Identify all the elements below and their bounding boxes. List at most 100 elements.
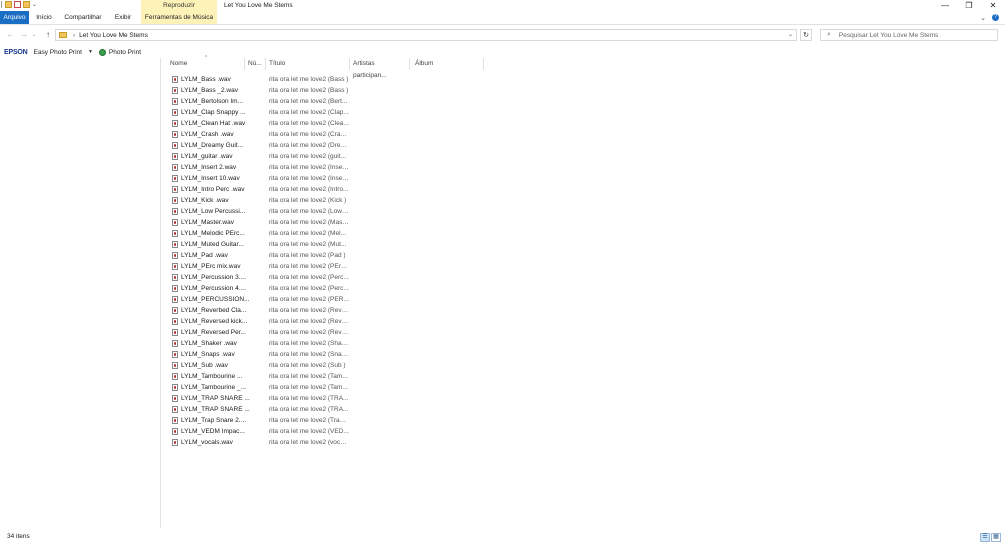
- audio-file-icon: [172, 98, 178, 105]
- column-header-name[interactable]: Nome: [161, 58, 245, 70]
- table-row[interactable]: LYLM_vocals.wav rita ora let me love2 (vo…: [170, 437, 370, 448]
- table-row[interactable]: LYLM_Crash .wav rita ora let me love2 (Cr…: [170, 129, 370, 140]
- file-name: LYLM_Percussion 3....: [181, 274, 246, 281]
- file-name: LYLM_vocals.wav: [181, 439, 233, 446]
- tab-exibir[interactable]: Exibir: [112, 11, 134, 24]
- file-name: LYLM_Muted Guitar...: [181, 241, 244, 248]
- file-title: rita ora let me love2 (Drea...: [269, 142, 349, 149]
- address-bar[interactable]: › Let You Love Me Stems ⌄: [55, 29, 797, 41]
- table-row[interactable]: LYLM_Sub .wav rita ora let me love2 (Sub …: [170, 360, 370, 371]
- file-name: LYLM_Reversed Per...: [181, 329, 246, 336]
- search-input[interactable]: ⌕ Pesquisar Let You Love Me Stems: [820, 29, 998, 41]
- breadcrumb-separator-icon[interactable]: ›: [73, 32, 75, 39]
- file-name: LYLM_Low Percussi...: [181, 208, 246, 215]
- file-title: rita ora let me love2 (guit...: [269, 153, 346, 160]
- close-button[interactable]: ✕: [981, 0, 1005, 11]
- recent-locations-icon[interactable]: ⌄: [30, 29, 38, 41]
- window-controls: — ❐ ✕: [933, 0, 1005, 11]
- address-dropdown-icon[interactable]: ⌄: [788, 30, 793, 41]
- audio-file-icon: [172, 120, 178, 127]
- file-title: rita ora let me love2 (Bass ): [269, 76, 349, 83]
- table-row[interactable]: LYLM_Bertolson Im... rita ora let me love…: [170, 96, 370, 107]
- details-view-icon[interactable]: ☰: [980, 533, 990, 542]
- large-icons-view-icon[interactable]: ▦: [991, 533, 1001, 542]
- audio-file-icon: [172, 428, 178, 435]
- tab-compartilhar[interactable]: Compartilhar: [62, 11, 104, 24]
- expand-ribbon-icon[interactable]: ⌄: [980, 14, 986, 22]
- table-row[interactable]: LYLM_Insert 2.wav rita ora let me love2 (…: [170, 162, 370, 173]
- table-row[interactable]: LYLM_Shaker .wav rita ora let me love2 (S…: [170, 338, 370, 349]
- file-name: LYLM_Shaker .wav: [181, 340, 237, 347]
- audio-file-icon: [172, 164, 178, 171]
- audio-file-icon: [172, 175, 178, 182]
- help-icon[interactable]: ?: [992, 14, 999, 21]
- table-row[interactable]: LYLM_Trap Snare 2.... rita ora let me lov…: [170, 415, 370, 426]
- maximize-button[interactable]: ❐: [957, 0, 981, 11]
- table-row[interactable]: LYLM_Dreamy Guit... rita ora let me love2…: [170, 140, 370, 151]
- folder-icon[interactable]: [5, 1, 12, 8]
- tab-arquivo[interactable]: Arquivo: [0, 11, 29, 24]
- column-header-number[interactable]: Nú...: [245, 58, 266, 70]
- table-row[interactable]: LYLM_Reversed Per... rita ora let me love…: [170, 327, 370, 338]
- up-arrow-icon[interactable]: ↑: [42, 29, 54, 41]
- table-row[interactable]: LYLM_guitar .wav rita ora let me love2 (g…: [170, 151, 370, 162]
- table-row[interactable]: LYLM_Snaps .wav rita ora let me love2 (Sn…: [170, 349, 370, 360]
- table-row[interactable]: LYLM_Melodic PErc... rita ora let me love…: [170, 228, 370, 239]
- qat-dropdown-icon[interactable]: ⌄: [32, 1, 37, 8]
- audio-file-icon: [172, 439, 178, 446]
- refresh-icon[interactable]: ↻: [800, 29, 812, 41]
- table-row[interactable]: LYLM_PErc mix.wav rita ora let me love2 (…: [170, 261, 370, 272]
- table-row[interactable]: LYLM_PERCUSSION... rita ora let me love2 …: [170, 294, 370, 305]
- table-row[interactable]: LYLM_VEDM Impac... rita ora let me love2 …: [170, 426, 370, 437]
- table-row[interactable]: LYLM_Percussion 3.... rita ora let me lov…: [170, 272, 370, 283]
- easy-photo-print-button[interactable]: Easy Photo Print: [34, 49, 82, 56]
- table-row[interactable]: LYLM_Percussion 4.... rita ora let me lov…: [170, 283, 370, 294]
- file-title: rita ora let me love2 (Inser...: [269, 164, 349, 171]
- navigation-pane[interactable]: [0, 58, 161, 528]
- table-row[interactable]: LYLM_Master.wav rita ora let me love2 (Ma…: [170, 217, 370, 228]
- audio-file-icon: [172, 417, 178, 424]
- ribbon-tabs: Arquivo Início Compartilhar Exibir Ferra…: [0, 11, 1005, 25]
- table-row[interactable]: LYLM_TRAP SNARE ... rita ora let me love2…: [170, 393, 370, 404]
- audio-file-icon: [172, 329, 178, 336]
- column-header-artists[interactable]: Artistas participan...: [350, 58, 410, 79]
- search-placeholder: Pesquisar Let You Love Me Stems: [838, 31, 939, 39]
- new-folder-icon[interactable]: [23, 1, 30, 8]
- minimize-button[interactable]: —: [933, 0, 957, 11]
- photo-print-button[interactable]: Photo Print: [109, 49, 141, 56]
- file-name: LYLM_Dreamy Guit...: [181, 142, 244, 149]
- audio-file-icon: [172, 241, 178, 248]
- table-row[interactable]: LYLM_Insert 10.wav rita ora let me love2 …: [170, 173, 370, 184]
- file-title: rita ora let me love2 (Tam...: [269, 384, 348, 391]
- file-title: rita ora let me love2 (Cras...: [269, 131, 349, 138]
- table-row[interactable]: LYLM_Tambourine _... rita ora let me love…: [170, 382, 370, 393]
- tab-ferramentas-de-musica[interactable]: Ferramentas de Música: [141, 11, 217, 24]
- table-row[interactable]: LYLM_Muted Guitar... rita ora let me love…: [170, 239, 370, 250]
- table-row[interactable]: LYLM_Kick .wav rita ora let me love2 (Kic…: [170, 195, 370, 206]
- file-name: LYLM_Insert 2.wav: [181, 164, 237, 171]
- column-header-album[interactable]: Álbum: [410, 58, 484, 70]
- table-row[interactable]: LYLM_Tambourine ... rita ora let me love2…: [170, 371, 370, 382]
- breadcrumb-current-folder[interactable]: Let You Love Me Stems: [79, 32, 148, 39]
- table-row[interactable]: LYLM_Bass .wav rita ora let me love2 (Bas…: [170, 74, 370, 85]
- table-row[interactable]: LYLM_TRAP SNARE ... rita ora let me love2…: [170, 404, 370, 415]
- file-title: rita ora let me love2 (Pad ): [269, 252, 346, 259]
- tab-inicio[interactable]: Início: [33, 11, 55, 24]
- table-row[interactable]: LYLM_Clap Snappy ... rita ora let me love…: [170, 107, 370, 118]
- table-row[interactable]: LYLM_Bass _2.wav rita ora let me love2 (B…: [170, 85, 370, 96]
- column-header-title[interactable]: Título: [266, 58, 350, 70]
- table-row[interactable]: LYLM_Reversed kick... rita ora let me lov…: [170, 316, 370, 327]
- audio-file-icon: [172, 296, 178, 303]
- forward-arrow-icon[interactable]: →: [18, 29, 30, 41]
- table-row[interactable]: LYLM_Intro Perc .wav rita ora let me love…: [170, 184, 370, 195]
- table-row[interactable]: LYLM_Low Percussi... rita ora let me love…: [170, 206, 370, 217]
- photo-print-icon: [98, 48, 106, 56]
- audio-file-icon: [172, 153, 178, 160]
- back-arrow-icon[interactable]: ←: [4, 29, 16, 41]
- table-row[interactable]: LYLM_Reverbed Cla... rita ora let me love…: [170, 305, 370, 316]
- table-row[interactable]: LYLM_Pad .wav rita ora let me love2 (Pad …: [170, 250, 370, 261]
- file-name: LYLM_Sub .wav: [181, 362, 228, 369]
- table-row[interactable]: LYLM_Clean Hat .wav rita ora let me love2…: [170, 118, 370, 129]
- easy-photo-print-dropdown-icon[interactable]: ▼: [88, 49, 93, 55]
- properties-icon[interactable]: [14, 1, 21, 8]
